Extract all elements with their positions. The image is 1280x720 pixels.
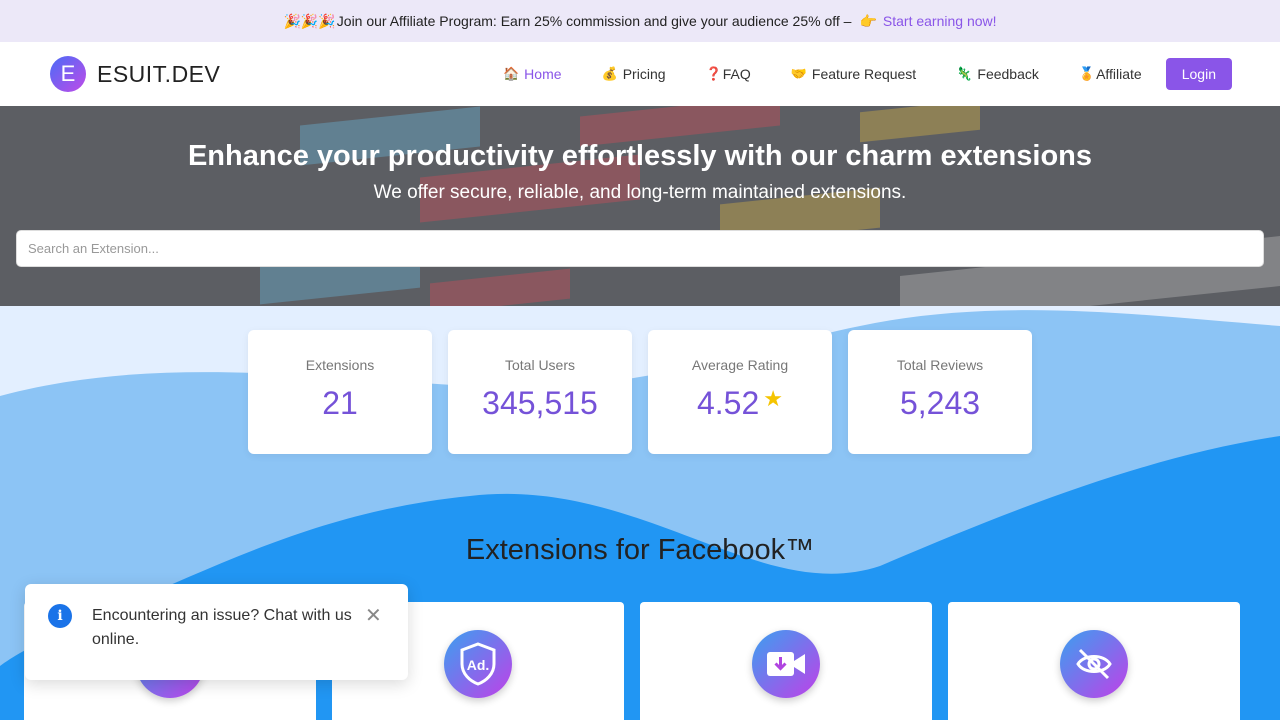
- brand-name: ESUIT.DEV: [97, 60, 221, 87]
- medal-icon: 🏅: [1078, 66, 1096, 81]
- extension-card[interactable]: [640, 602, 932, 720]
- stat-label: Total Users: [504, 357, 576, 373]
- logo[interactable]: E ESUIT.DEV: [50, 56, 220, 92]
- stat-card-total-reviews: Total Reviews 5,243: [848, 330, 1032, 454]
- stat-label: Extensions: [305, 357, 375, 373]
- nav-item-faq[interactable]: ❓ FAQ: [706, 66, 751, 82]
- nav-item-feature-request[interactable]: 🤝 Feature Request: [791, 66, 916, 82]
- nav-label-pricing: Pricing: [622, 66, 666, 82]
- nav-item-feedback[interactable]: 🦎 Feedback: [956, 66, 1039, 82]
- section-title: Extensions for Facebook™: [465, 534, 815, 566]
- stat-value: 5,243: [899, 385, 981, 421]
- info-icon: i: [48, 604, 72, 628]
- stat-card-extensions: Extensions 21: [248, 330, 432, 454]
- nav-label-feature-request: Feature Request: [811, 66, 917, 82]
- close-icon[interactable]: ✕: [365, 603, 382, 628]
- login-button[interactable]: Login: [1165, 58, 1232, 90]
- ad-text: Ad.: [467, 657, 490, 673]
- chat-toast: i Encountering an issue? Chat with us on…: [25, 584, 408, 680]
- affiliate-link[interactable]: Start earning now!: [883, 13, 997, 29]
- nav-item-pricing[interactable]: 💰 Pricing: [602, 66, 666, 82]
- nav-item-home[interactable]: 🏠 Home: [503, 66, 562, 82]
- extension-card[interactable]: [948, 602, 1240, 720]
- handshake-icon: 🤝: [790, 66, 807, 81]
- party-icon: 🎉🎉🎉: [283, 12, 336, 29]
- stat-card-average-rating: Average Rating 4.52 ★: [648, 330, 832, 454]
- nav-label-home: Home: [524, 66, 562, 82]
- stat-label: Average Rating: [691, 357, 789, 373]
- navbar: E ESUIT.DEV 🏠 Home 💰 Pricing ❓ FAQ 🤝 Fea…: [0, 42, 1280, 106]
- hero-bg-stripe: [860, 106, 980, 143]
- hero-subtitle: We offer secure, reliable, and long-term…: [373, 182, 907, 203]
- stat-card-total-users: Total Users 345,515: [448, 330, 632, 454]
- stat-value: 4.52: [696, 385, 760, 421]
- home-icon: 🏠: [502, 66, 520, 81]
- nav-item-affiliate[interactable]: 🏅 Affiliate: [1079, 66, 1142, 82]
- hero-title: Enhance your productivity effortlessly w…: [187, 140, 1093, 172]
- stat-value: 345,515: [482, 385, 598, 421]
- hero-banner: Enhance your productivity effortlessly w…: [0, 106, 1280, 306]
- announcement-text: Join our Affiliate Program: Earn 25% com…: [336, 13, 852, 29]
- question-icon: ❓: [705, 66, 722, 81]
- star-icon: ★: [763, 386, 783, 411]
- lizard-icon: 🦎: [956, 66, 973, 81]
- nav-label-feedback: Feedback: [977, 66, 1039, 82]
- toast-message: Encountering an issue? Chat with us onli…: [92, 607, 352, 648]
- hero-bg-stripe: [430, 268, 570, 306]
- nav-label-affiliate: Affiliate: [1096, 66, 1142, 82]
- nav-label-faq: FAQ: [722, 66, 751, 82]
- stat-label: Total Reviews: [896, 357, 984, 373]
- stat-value: 21: [322, 385, 358, 421]
- pointing-hand-icon: 👉: [859, 12, 877, 29]
- money-bag-icon: 💰: [601, 66, 618, 81]
- stat-value-wrap: 4.52 ★: [648, 385, 832, 422]
- eye-off-icon: [1060, 630, 1128, 698]
- logo-badge: E: [50, 56, 86, 92]
- announcement-bar: 🎉🎉🎉 Join our Affiliate Program: Earn 25%…: [0, 0, 1280, 42]
- nav-menu: 🏠 Home 💰 Pricing ❓ FAQ 🤝 Feature Request…: [463, 58, 1232, 90]
- ad-shield-icon: Ad.: [444, 630, 512, 698]
- search-input[interactable]: Search an Extension...: [16, 230, 1264, 267]
- video-download-icon: [752, 630, 820, 698]
